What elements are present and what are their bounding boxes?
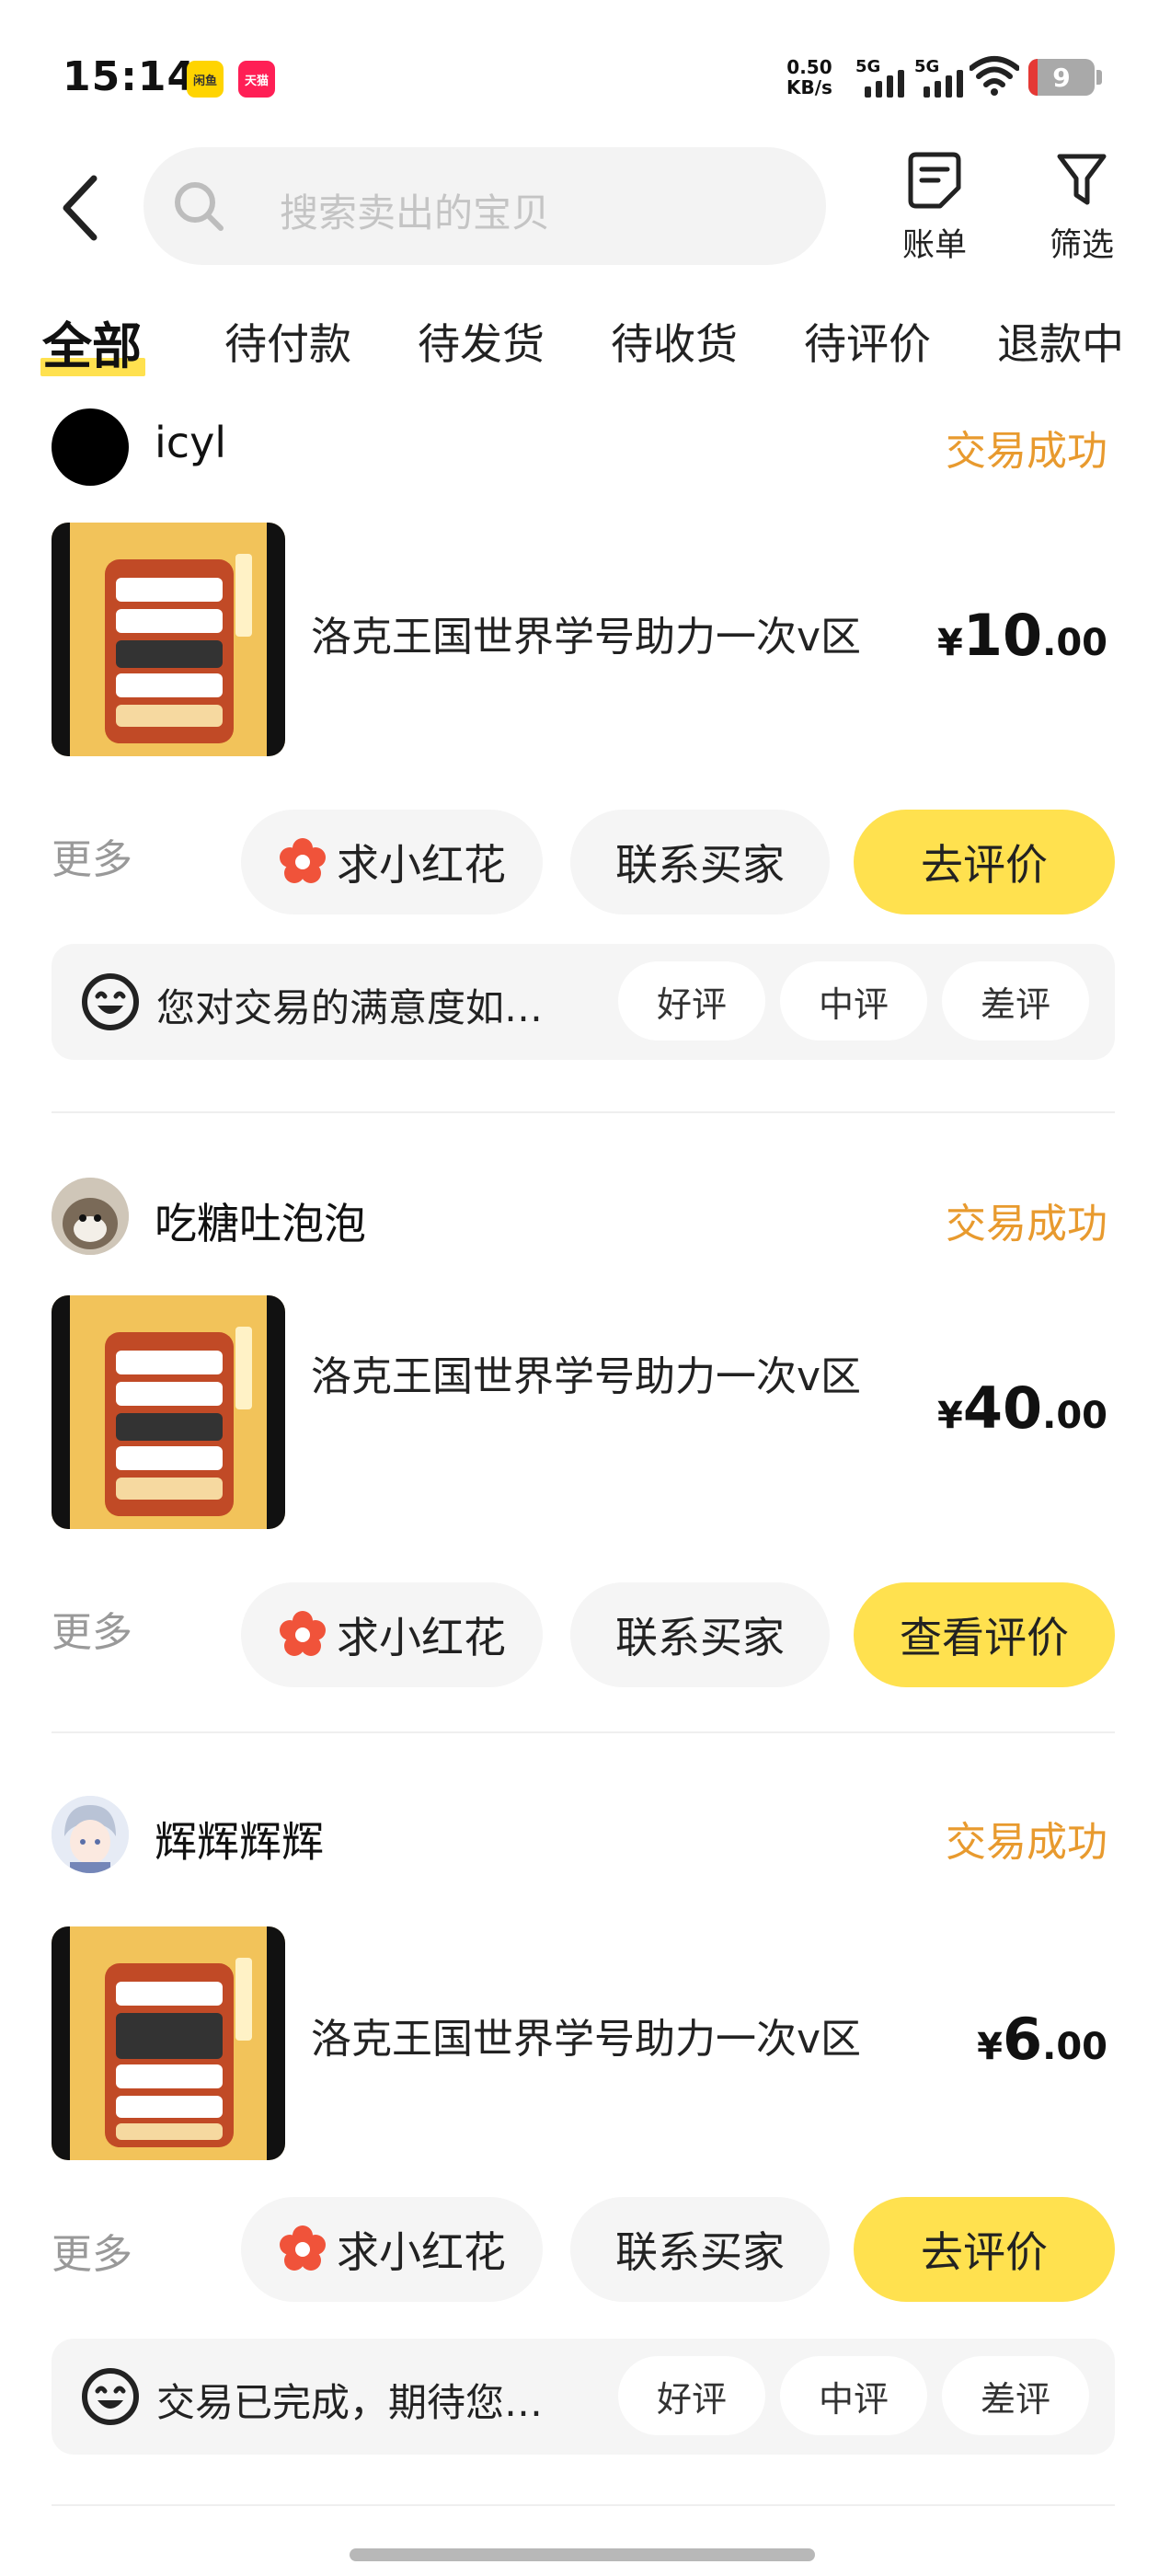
contact-buyer-button[interactable]: 联系买家 — [570, 2197, 830, 2302]
buyer-name[interactable]: 吃糖吐泡泡 — [155, 1190, 366, 1251]
product-title[interactable]: 洛克王国世界学号助力一次v区 — [311, 2007, 900, 2072]
bill-button[interactable]: 账单 — [889, 151, 981, 270]
rating-prompt-text: 您对交易的满意度如… — [156, 985, 544, 1030]
battery-level: 9 — [1052, 63, 1071, 93]
status-bar: 15:14 闲鱼 天猫 0.50 KB/s 5G 5G 9 — [0, 0, 1159, 147]
product-thumbnail[interactable] — [52, 1295, 285, 1529]
home-indicator[interactable] — [350, 2548, 815, 2561]
order-card: 吃糖吐泡泡 交易成功 洛克王国世界学号助力一次v区 ¥40.00 更多 求小红花… — [0, 1178, 1159, 1730]
order-divider — [52, 1731, 1115, 1733]
bill-label: 账单 — [901, 227, 967, 264]
rating-prompt-box: 交易已完成，期待您… 好评 中评 差评 — [52, 2339, 1115, 2455]
xianyu-app-icon: 闲鱼 — [187, 61, 224, 98]
request-flower-button[interactable]: 求小红花 — [241, 2197, 543, 2302]
rate-good-button[interactable]: 好评 — [618, 2356, 765, 2435]
review-button[interactable]: 去评价 — [854, 810, 1115, 914]
filter-label: 筛选 — [1049, 227, 1114, 264]
tab-pending-payment[interactable]: 待付款 — [224, 311, 351, 372]
search-input[interactable]: 搜索卖出的宝贝 — [143, 147, 826, 265]
order-tabs: 全部 待付款 待发货 待收货 待评价 退款中 — [0, 304, 1159, 386]
network-speed-unit: KB/s — [786, 76, 832, 98]
view-review-button[interactable]: 查看评价 — [854, 1582, 1115, 1687]
order-card: 辉辉辉辉 交易成功 洛克王国世界学号助力一次v区 ¥6.00 更多 求小红花 联… — [0, 1796, 1159, 2513]
review-button[interactable]: 去评价 — [854, 2197, 1115, 2302]
tab-all[interactable]: 全部 — [40, 305, 145, 378]
flower-icon — [280, 2225, 326, 2271]
filter-button[interactable]: 筛选 — [1036, 151, 1128, 270]
request-flower-button[interactable]: 求小红花 — [241, 810, 543, 914]
flower-icon — [280, 838, 326, 883]
back-arrow-icon[interactable] — [57, 173, 103, 243]
search-placeholder: 搜索卖出的宝贝 — [280, 190, 551, 236]
contact-buyer-button[interactable]: 联系买家 — [570, 810, 830, 914]
buyer-avatar[interactable] — [52, 1178, 129, 1255]
order-status: 交易成功 — [946, 1201, 1107, 1248]
order-status: 交易成功 — [946, 428, 1107, 475]
buyer-name[interactable]: 辉辉辉辉 — [155, 1809, 324, 1869]
buyer-avatar[interactable] — [52, 408, 129, 486]
order-price: ¥40.00 — [937, 1374, 1107, 1442]
battery-icon: 9 — [1028, 59, 1095, 96]
order-price: ¥6.00 — [977, 2006, 1107, 2073]
tab-pending-review[interactable]: 待评价 — [804, 311, 931, 372]
rating-prompt-box: 您对交易的满意度如… 好评 中评 差评 — [52, 944, 1115, 1060]
rating-prompt-text: 交易已完成，期待您… — [156, 2380, 544, 2425]
order-price: ¥10.00 — [937, 602, 1107, 669]
wifi-icon — [970, 56, 1019, 96]
search-icon — [175, 182, 224, 231]
order-card: icyl 交易成功 洛克王国世界学号助力一次v区 ¥10.00 更多 求小红花 … — [0, 405, 1159, 1113]
signal-1-icon: 5G — [855, 57, 909, 98]
buyer-avatar[interactable] — [52, 1796, 129, 1873]
buyer-name[interactable]: icyl — [155, 418, 226, 467]
bill-icon — [908, 152, 961, 209]
tab-pending-shipment[interactable]: 待发货 — [418, 311, 545, 372]
tab-refunding[interactable]: 退款中 — [997, 311, 1124, 372]
order-divider — [52, 2504, 1115, 2506]
order-status: 交易成功 — [946, 1819, 1107, 1866]
signal-2-icon: 5G — [914, 57, 968, 98]
smiley-face-icon — [82, 973, 139, 1030]
rate-neutral-button[interactable]: 中评 — [780, 2356, 927, 2435]
product-title[interactable]: 洛克王国世界学号助力一次v区 — [311, 1345, 890, 1409]
smiley-face-icon — [82, 2368, 139, 2425]
network-speed-value: 0.50 — [786, 56, 832, 78]
product-title[interactable]: 洛克王国世界学号助力一次v区 — [311, 605, 900, 670]
tmall-app-icon: 天猫 — [238, 61, 275, 98]
rate-bad-button[interactable]: 差评 — [942, 2356, 1089, 2435]
more-link[interactable]: 更多 — [52, 2221, 132, 2280]
filter-icon — [1057, 154, 1107, 205]
more-link[interactable]: 更多 — [52, 826, 132, 885]
flower-icon — [280, 1611, 326, 1656]
network-speed: 0.50 KB/s — [786, 57, 832, 98]
rate-good-button[interactable]: 好评 — [618, 961, 765, 1041]
request-flower-button[interactable]: 求小红花 — [241, 1582, 543, 1687]
product-thumbnail[interactable] — [52, 523, 285, 756]
product-thumbnail[interactable] — [52, 1926, 285, 2160]
order-divider — [52, 1111, 1115, 1113]
more-link[interactable]: 更多 — [52, 1599, 132, 1658]
tab-pending-receipt[interactable]: 待收货 — [611, 311, 738, 372]
rate-bad-button[interactable]: 差评 — [942, 961, 1089, 1041]
status-time: 15:14 — [63, 53, 197, 100]
rate-neutral-button[interactable]: 中评 — [780, 961, 927, 1041]
contact-buyer-button[interactable]: 联系买家 — [570, 1582, 830, 1687]
